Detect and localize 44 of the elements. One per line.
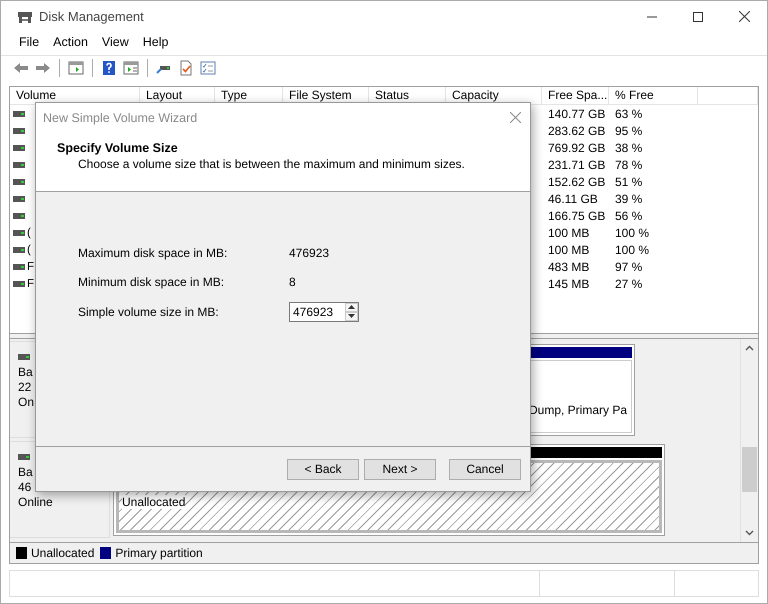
table-cell-text: 231.71 GB: [547, 158, 606, 172]
table-cell-text: 166.75 GB: [547, 208, 606, 222]
field-value: 476923: [289, 246, 330, 260]
field-label: Maximum disk space in MB:: [78, 246, 228, 260]
table-cell-text: 78 %: [614, 158, 644, 172]
table-cell-text: 145 MB: [547, 276, 590, 290]
table-cell-text: 100 %: [614, 242, 650, 256]
table-cell-text: 39 %: [614, 192, 644, 206]
table-cell-text: 97 %: [614, 260, 644, 274]
field-value: 8: [289, 275, 297, 290]
disk-info-text: 22: [18, 380, 32, 395]
table-cell-text: 152.62 GB: [547, 174, 606, 188]
dialog-title: New Simple Volume Wizard: [43, 110, 198, 124]
table-cell: (: [27, 244, 31, 256]
table-cell-text: 51 %: [614, 174, 644, 188]
table-cell-text: 283.62 GB: [547, 124, 606, 138]
legend-label: Primary partition: [115, 546, 203, 560]
window-title: Disk Management: [39, 9, 144, 24]
legend-label: Unallocated: [31, 546, 94, 560]
table-cell-text: 769.92 GB: [547, 140, 606, 154]
table-cell-text: 95 %: [614, 124, 644, 138]
table-cell: (: [27, 226, 31, 238]
disk-info-text: Online: [18, 495, 54, 510]
table-cell-text: 483 MB: [547, 260, 590, 274]
disk-info-text: Ba: [18, 465, 34, 480]
disk-info-text: On: [18, 395, 36, 410]
table-cell-text: 46.11 GB: [547, 192, 599, 206]
disk-info-text: 46: [18, 480, 32, 495]
table-cell-text: 100 %: [614, 226, 650, 240]
table-cell-text: 140.77 GB: [547, 106, 606, 120]
table-cell: F: [27, 278, 34, 290]
step-description: Choose a volume size that is between the maximum and minimum sizes.: [78, 157, 466, 171]
step-heading: Specify Volume Size: [57, 141, 179, 155]
table-cell-text: 27 %: [614, 276, 644, 290]
table-cell-text: 63 %: [614, 106, 644, 120]
field-label: Minimum disk space in MB:: [78, 275, 226, 290]
table-cell-text: 100 MB: [547, 226, 590, 240]
table-cell-text: 100 MB: [547, 242, 590, 256]
field-label: Simple volume size in MB:: [78, 304, 220, 319]
table-cell-text: 56 %: [614, 208, 644, 222]
table-cell: F: [27, 260, 34, 272]
partition-label: Unallocated: [122, 495, 186, 509]
table-cell-text: 38 %: [614, 140, 644, 154]
disk-info-text: Ba: [18, 365, 34, 380]
